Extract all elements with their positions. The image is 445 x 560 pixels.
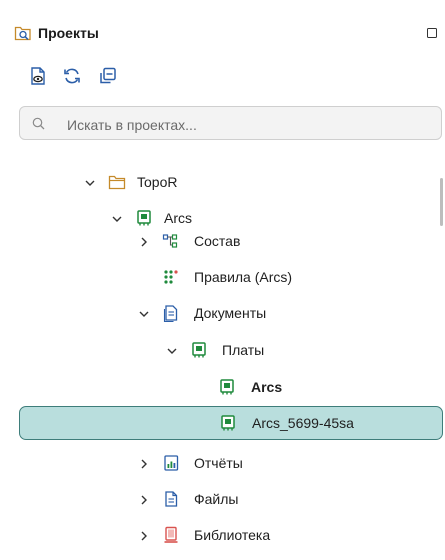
search-input[interactable] [65,114,429,136]
tree-item-documents[interactable]: Документы [0,295,445,331]
tree-item-label: Правила (Arcs) [194,269,293,285]
tree-item-arcs-board[interactable]: Arcs [0,369,445,405]
tree-item-boards[interactable]: Платы [0,332,445,368]
chevron-down-icon[interactable] [84,176,96,188]
tree-item-label: Документы [194,305,267,321]
maximize-icon[interactable] [427,28,437,38]
tree-item-label: Отчёты [194,455,243,471]
folder-icon [108,173,126,191]
chevron-down-icon[interactable] [166,344,178,356]
tree-item-label: Arcs [251,379,283,395]
tree-item-rules[interactable]: Правила (Arcs) [0,259,445,295]
rules-icon [162,268,180,286]
tree-item-topor[interactable]: TopoR [0,164,445,200]
chevron-right-icon[interactable] [138,235,150,247]
show-icon[interactable] [28,66,48,86]
chevron-right-icon[interactable] [138,529,150,541]
library-icon [162,526,180,544]
tree-item-reports[interactable]: Отчёты [0,445,445,481]
board-icon [218,378,236,396]
documents-icon [162,304,180,323]
tree-item-library[interactable]: Библиотека [0,517,445,553]
reports-icon [162,454,180,472]
chevron-right-icon[interactable] [138,457,150,469]
tree-item-files[interactable]: Файлы [0,481,445,517]
chevron-right-icon[interactable] [138,493,150,505]
files-icon [162,490,180,508]
collapse-all-icon[interactable] [98,66,118,86]
tree-item-label: Платы [222,342,265,358]
projects-search-icon [14,24,32,42]
refresh-icon[interactable] [62,66,82,86]
boards-icon [190,341,208,359]
structure-icon [162,232,180,250]
tree-item-label: Arcs_5699-45sa [252,415,354,431]
tree-item-label: Состав [194,233,241,249]
tree-item-label: Файлы [194,491,239,507]
search-box [19,106,442,140]
tree-item-sostav[interactable]: Состав [0,223,445,259]
tree-item-label: Библиотека [194,527,271,543]
search-icon [32,117,45,130]
tree-item-arcs-5699-45sa[interactable]: Arcs_5699-45sa [19,406,443,440]
panel-title: Проекты [38,25,99,41]
tree-item-label: TopoR [137,174,178,190]
panel-header: Проекты [0,0,445,56]
chevron-down-icon[interactable] [138,307,150,319]
board-icon [219,414,237,432]
